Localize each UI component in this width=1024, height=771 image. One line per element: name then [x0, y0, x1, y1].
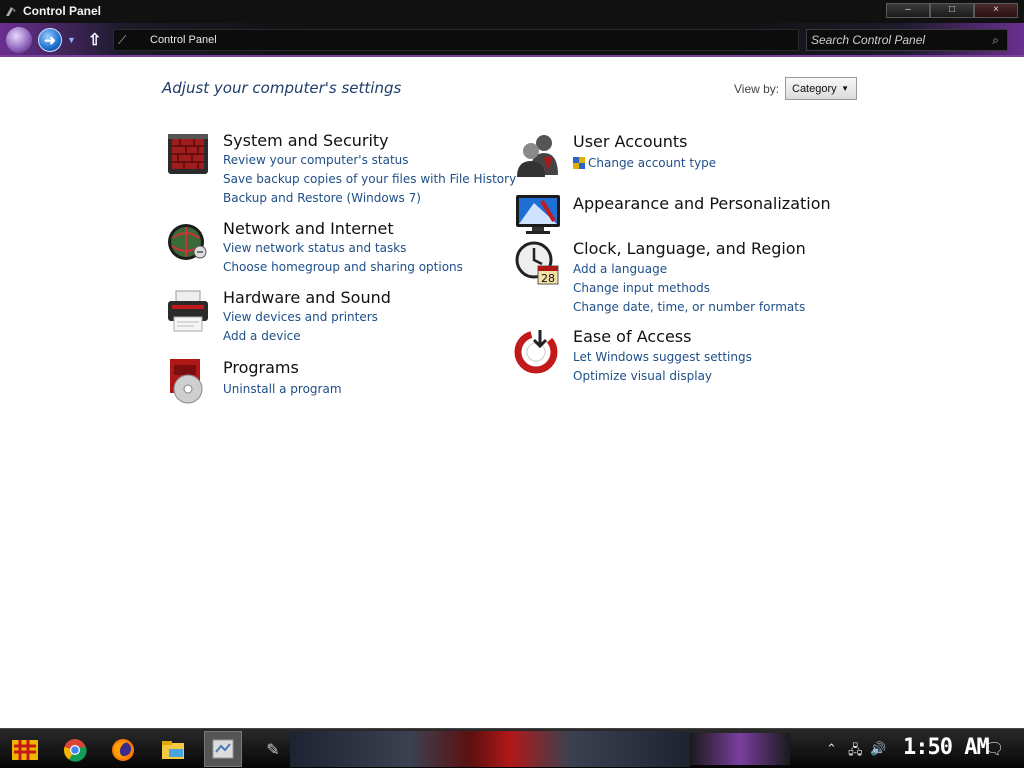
- search-icon[interactable]: ⌕: [992, 33, 999, 48]
- minimize-button[interactable]: –: [886, 3, 930, 18]
- firefox-icon: [112, 739, 134, 761]
- address-bar[interactable]: ⟋ Control Panel: [113, 29, 799, 51]
- category-title[interactable]: Hardware and Sound: [223, 288, 391, 307]
- forward-arrow-icon: ➜: [44, 31, 56, 48]
- show-hidden-icons-chevron-icon[interactable]: ⌃: [826, 741, 837, 757]
- ease-of-access-icon: [514, 330, 558, 374]
- printer-icon: [168, 290, 208, 332]
- recent-locations-dropdown-icon[interactable]: ▼: [67, 35, 76, 45]
- pinned-app-button[interactable]: ✎: [258, 735, 288, 765]
- notifications-icon[interactable]: 🗨: [984, 739, 1004, 759]
- file-explorer-taskbar-button[interactable]: [158, 735, 188, 765]
- category-title[interactable]: Clock, Language, and Region: [573, 239, 806, 258]
- programs-disc-icon: [170, 359, 203, 404]
- control-panel-taskbar-button[interactable]: [204, 731, 242, 767]
- uac-shield-icon: [573, 157, 585, 169]
- category-title[interactable]: System and Security: [223, 131, 389, 150]
- link-uninstall-program[interactable]: Uninstall a program: [223, 382, 342, 396]
- globe-network-icon: [168, 224, 207, 260]
- start-icon: [12, 740, 38, 760]
- taskbar-decoration: [290, 731, 690, 767]
- control-panel-app-icon: [6, 7, 16, 16]
- control-panel-icon: [212, 739, 234, 759]
- link-change-account-type[interactable]: Change account type: [573, 156, 716, 170]
- link-add-device[interactable]: Add a device: [223, 329, 301, 343]
- pen-icon: ✎: [266, 742, 280, 759]
- monitor-icon: [516, 195, 560, 234]
- link-input-methods[interactable]: Change input methods: [573, 281, 710, 295]
- page-heading: Adjust your computer's settings: [162, 79, 402, 97]
- link-add-language[interactable]: Add a language: [573, 262, 667, 276]
- users-icon: [517, 135, 558, 177]
- breadcrumb-control-panel[interactable]: Control Panel: [150, 34, 217, 46]
- link-date-time-formats[interactable]: Change date, time, or number formats: [573, 300, 805, 314]
- title-bar: Control Panel – □ ×: [0, 0, 1024, 23]
- view-by-value: Category: [792, 83, 837, 95]
- link-devices-printers[interactable]: View devices and printers: [223, 310, 378, 324]
- category-title[interactable]: Programs: [223, 358, 299, 377]
- link-homegroup[interactable]: Choose homegroup and sharing options: [223, 260, 463, 274]
- category-title[interactable]: Appearance and Personalization: [573, 194, 831, 213]
- search-box[interactable]: ⌕: [806, 29, 1008, 51]
- taskbar: ✎ ⌃ 🖧 🔊 1:50 AM 🗨: [0, 728, 1024, 768]
- taskbar-accent-decoration: [690, 733, 790, 765]
- file-explorer-icon: [162, 741, 184, 759]
- up-button[interactable]: ⇧: [88, 30, 101, 50]
- link-network-status[interactable]: View network status and tasks: [223, 241, 406, 255]
- link-label: Change account type: [588, 156, 717, 170]
- network-icon[interactable]: 🖧: [848, 741, 863, 763]
- back-button[interactable]: [6, 27, 32, 53]
- search-input[interactable]: [811, 32, 981, 48]
- calendar-day: 28: [541, 272, 555, 285]
- view-by-select[interactable]: Category ▼: [785, 77, 857, 100]
- volume-icon[interactable]: 🔊: [870, 741, 886, 757]
- link-file-history[interactable]: Save backup copies of your files with Fi…: [223, 172, 516, 186]
- firefox-taskbar-button[interactable]: [108, 735, 138, 765]
- forward-button[interactable]: ➜: [38, 28, 62, 52]
- category-title[interactable]: User Accounts: [573, 132, 688, 151]
- chevron-down-icon: ▼: [841, 84, 849, 93]
- maximize-button[interactable]: □: [930, 3, 974, 18]
- navigation-bar: ➜ ▼ ⇧ ⟋ Control Panel ⌕: [0, 23, 1024, 57]
- category-title[interactable]: Network and Internet: [223, 219, 394, 238]
- link-review-status[interactable]: Review your computer's status: [223, 153, 409, 167]
- chrome-taskbar-button[interactable]: [60, 735, 90, 765]
- link-windows-suggest-settings[interactable]: Let Windows suggest settings: [573, 350, 752, 364]
- control-panel-content: Adjust your computer's settings View by:…: [0, 57, 1024, 728]
- clock-icon: 28: [515, 241, 559, 285]
- link-backup-restore[interactable]: Backup and Restore (Windows 7): [223, 191, 421, 205]
- control-panel-location-icon: ⟋: [118, 33, 127, 47]
- firewall-icon: [168, 134, 208, 174]
- chrome-icon: [63, 739, 87, 762]
- taskbar-clock[interactable]: 1:50 AM: [903, 735, 990, 760]
- window-title: Control Panel: [23, 4, 102, 18]
- close-button[interactable]: ×: [974, 3, 1018, 18]
- link-optimize-visual-display[interactable]: Optimize visual display: [573, 369, 712, 383]
- category-title[interactable]: Ease of Access: [573, 327, 691, 346]
- start-button[interactable]: [8, 733, 42, 767]
- view-by-label: View by:: [734, 82, 780, 96]
